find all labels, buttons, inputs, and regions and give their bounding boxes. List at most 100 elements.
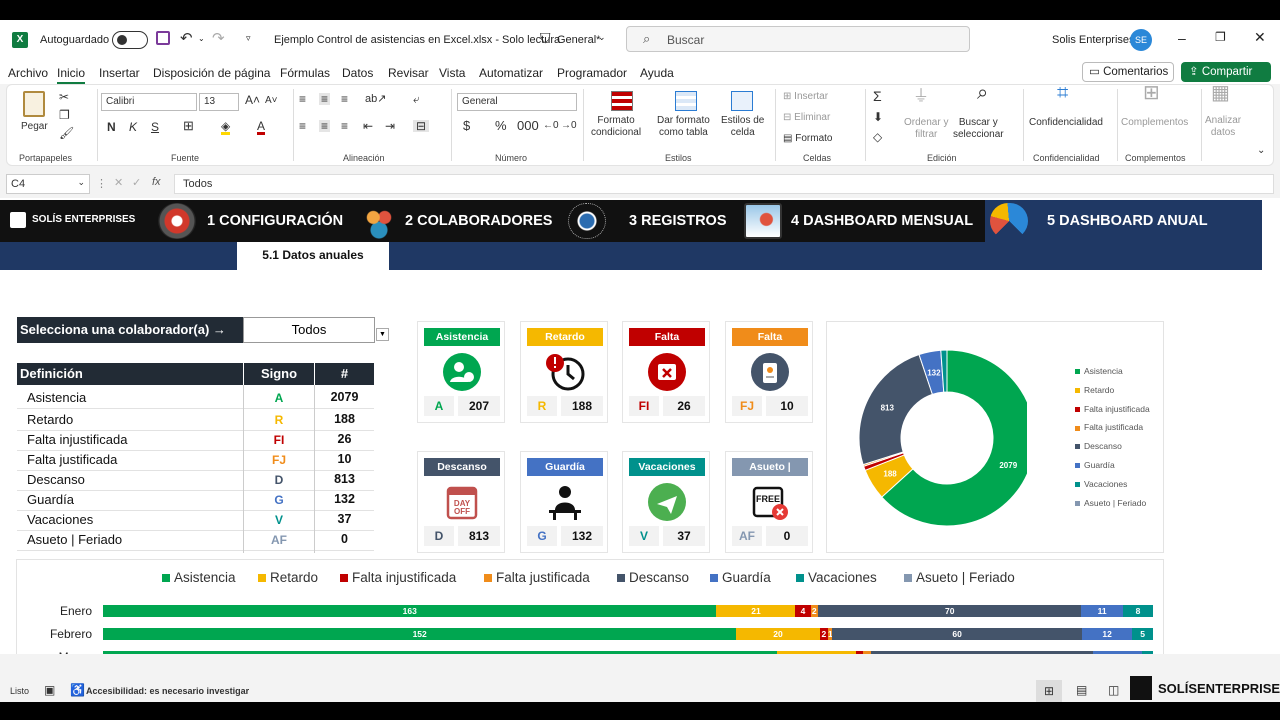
function-icon[interactable]: fx bbox=[152, 176, 161, 188]
account-name[interactable]: Solis Enterprises bbox=[1052, 34, 1135, 46]
font-name-select[interactable]: Calibri bbox=[101, 93, 197, 111]
nav-registros[interactable]: 3 REGISTROS bbox=[629, 200, 727, 242]
sort-filter-button[interactable]: Ordenar y filtrar bbox=[904, 117, 948, 141]
sort-filter-icon[interactable]: ⏚ bbox=[913, 89, 929, 105]
menu-ayuda[interactable]: Ayuda bbox=[640, 66, 674, 80]
nav-dashboard-mensual[interactable]: 4 DASHBOARD MENSUAL bbox=[791, 200, 973, 242]
save-icon[interactable] bbox=[156, 31, 170, 45]
collaborator-select[interactable]: Todos bbox=[243, 317, 375, 343]
underline-button[interactable]: S bbox=[151, 121, 159, 133]
paste-icon[interactable] bbox=[23, 91, 45, 117]
delete-cells-button[interactable]: ⊟ Eliminar bbox=[783, 112, 830, 124]
accessibility-status[interactable]: Accesibilidad: es necesario investigar bbox=[86, 686, 249, 696]
nav-configuracion[interactable]: 1 CONFIGURACIÓN bbox=[207, 200, 343, 242]
bold-button[interactable]: N bbox=[107, 121, 116, 133]
gauge-icon[interactable] bbox=[990, 203, 1028, 239]
decrease-indent-icon[interactable]: ⇤ bbox=[363, 120, 373, 132]
find-select-button[interactable]: Buscar y seleccionar bbox=[953, 117, 1004, 141]
customize-toolbar-icon[interactable]: ▿ bbox=[246, 33, 251, 44]
currency-icon[interactable]: $ bbox=[463, 119, 470, 132]
borders-icon[interactable]: ⊞ bbox=[183, 119, 194, 132]
percent-icon[interactable]: % bbox=[495, 119, 507, 132]
nav-colaboradores[interactable]: 2 COLABORADORES bbox=[405, 200, 552, 242]
menu-revisar[interactable]: Revisar bbox=[388, 66, 429, 80]
menu-datos[interactable]: Datos bbox=[342, 66, 373, 80]
align-right-icon[interactable]: ≡ bbox=[341, 120, 348, 132]
more-icon[interactable]: ⋮ bbox=[96, 177, 107, 190]
format-painter-icon[interactable]: 🖌 bbox=[59, 127, 74, 139]
align-center-icon[interactable]: ≡ bbox=[319, 120, 331, 132]
select-dropdown-icon[interactable]: ▼ bbox=[376, 328, 389, 341]
network-icon[interactable] bbox=[568, 203, 606, 239]
analyze-data-button[interactable]: Analizar datos bbox=[1205, 115, 1241, 139]
cut-icon[interactable]: ✂ bbox=[59, 91, 69, 103]
minimize-icon[interactable]: – bbox=[1178, 30, 1186, 46]
increase-decimal-icon[interactable]: ←0 bbox=[543, 120, 559, 132]
sensitivity-label[interactable]: General* bbox=[557, 34, 600, 46]
menu-vista[interactable]: Vista bbox=[439, 66, 465, 80]
conditional-format-button[interactable]: Formato condicional bbox=[591, 115, 641, 139]
name-box-dropdown-icon[interactable]: ⌄ bbox=[77, 177, 85, 188]
paste-button[interactable]: Pegar bbox=[21, 121, 48, 133]
redo-icon[interactable]: ↷ bbox=[212, 29, 225, 47]
increase-font-icon[interactable]: A˄ bbox=[245, 94, 260, 106]
name-box[interactable]: C4 ⌄ bbox=[6, 174, 90, 194]
comments-button[interactable]: ▭ Comentarios bbox=[1082, 62, 1174, 82]
formula-input[interactable]: Todos bbox=[174, 174, 1274, 194]
italic-button[interactable]: K bbox=[129, 121, 137, 133]
format-table-icon[interactable] bbox=[675, 91, 697, 111]
tab-datos-anuales[interactable]: 5.1 Datos anuales bbox=[237, 242, 389, 270]
restore-icon[interactable]: ❐ bbox=[1215, 30, 1226, 44]
fill-icon[interactable]: ⬇ bbox=[873, 111, 883, 123]
menu-insertar[interactable]: Insertar bbox=[99, 66, 140, 80]
cell-styles-icon[interactable] bbox=[731, 91, 753, 111]
team-icon[interactable] bbox=[360, 203, 398, 239]
sensitivity-dropdown-icon[interactable]: ⌄ bbox=[598, 32, 606, 43]
addins-button[interactable]: Complementos bbox=[1121, 117, 1188, 129]
decrease-decimal-icon[interactable]: →0 bbox=[561, 120, 577, 132]
page-break-icon[interactable]: ◫ bbox=[1108, 683, 1119, 697]
undo-dropdown-icon[interactable]: ⌄ bbox=[198, 34, 205, 43]
autosave-toggle[interactable] bbox=[112, 31, 148, 49]
conditional-format-icon[interactable] bbox=[611, 91, 633, 111]
merge-center-icon[interactable]: ⊟ bbox=[413, 120, 430, 132]
collapse-ribbon-icon[interactable]: ⌄ bbox=[1257, 145, 1265, 157]
enter-icon[interactable]: ✓ bbox=[132, 176, 141, 189]
close-icon[interactable]: ✕ bbox=[1254, 29, 1266, 46]
font-color-icon[interactable]: A bbox=[257, 120, 266, 135]
find-select-icon[interactable]: ⌕ bbox=[977, 83, 988, 103]
analyze-data-icon[interactable]: ▦ bbox=[1211, 83, 1230, 103]
align-bottom-icon[interactable]: ≡ bbox=[341, 93, 348, 105]
autosum-icon[interactable]: Σ bbox=[873, 89, 882, 103]
share-button[interactable]: ⇪ Compartir bbox=[1181, 62, 1271, 82]
accessibility-icon[interactable]: ♿ bbox=[70, 683, 85, 697]
format-cells-button[interactable]: ▤ Formato bbox=[783, 133, 832, 145]
nav-dashboard-anual[interactable]: 5 DASHBOARD ANUAL bbox=[1047, 200, 1208, 242]
menu-formulas[interactable]: Fórmulas bbox=[280, 66, 330, 80]
cancel-icon[interactable]: ✕ bbox=[114, 176, 123, 189]
menu-disposicion[interactable]: Disposición de página bbox=[153, 66, 270, 80]
cell-styles-button[interactable]: Estilos de celda bbox=[721, 115, 764, 139]
menu-inicio[interactable]: Inicio bbox=[57, 66, 86, 84]
macro-icon[interactable]: ▣ bbox=[44, 683, 55, 697]
page-layout-icon[interactable]: ▤ bbox=[1076, 683, 1087, 697]
clear-icon[interactable]: ◇ bbox=[873, 131, 882, 143]
fill-color-icon[interactable]: ◈ bbox=[221, 120, 231, 135]
undo-icon[interactable]: ↶ bbox=[180, 29, 193, 47]
align-top-icon[interactable]: ≡ bbox=[299, 93, 306, 105]
decrease-font-icon[interactable]: A˅ bbox=[265, 95, 278, 107]
avatar[interactable]: SE bbox=[1130, 29, 1152, 51]
orientation-icon[interactable]: ab↗ bbox=[365, 93, 386, 105]
dashboard-monitor-icon[interactable] bbox=[744, 203, 782, 239]
addins-icon[interactable]: ⊞ bbox=[1143, 83, 1160, 103]
confidentiality-button[interactable]: Confidencialidad bbox=[1029, 117, 1103, 129]
search-input[interactable]: ⌕ Buscar bbox=[626, 26, 970, 52]
menu-archivo[interactable]: Archivo bbox=[8, 66, 48, 80]
insert-cells-button[interactable]: ⊞ Insertar bbox=[783, 91, 828, 103]
comma-style-icon[interactable]: 000 bbox=[517, 119, 539, 132]
font-size-select[interactable]: 13 bbox=[199, 93, 239, 111]
menu-automatizar[interactable]: Automatizar bbox=[479, 66, 543, 80]
number-format-select[interactable]: General bbox=[457, 93, 577, 111]
align-left-icon[interactable]: ≡ bbox=[299, 120, 306, 132]
normal-view-icon[interactable]: ⊞ bbox=[1036, 680, 1062, 702]
